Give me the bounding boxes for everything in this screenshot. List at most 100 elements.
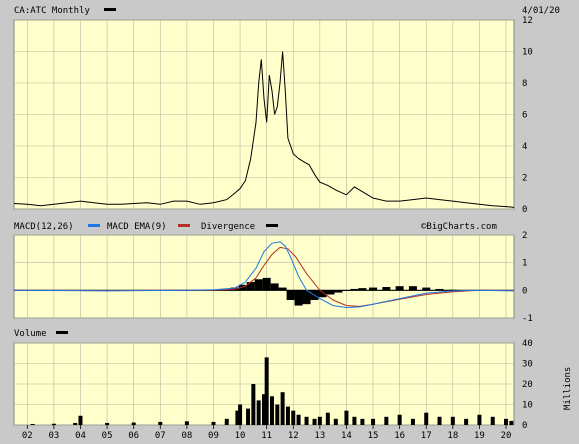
volume-bar [304,416,309,425]
volume-y-tick-label: 0 [522,421,527,431]
volume-units-label: Millions [563,367,573,410]
divergence-bar [408,286,417,291]
x-tick-label: 11 [261,431,272,441]
divergence-bar [246,282,255,291]
volume-bar [224,418,229,425]
price-y-tick-label: 2 [522,174,527,184]
divergence-bar [342,290,351,291]
stock-chart: CA:ATC Monthly 4/01/20 024681012 MACD(12… [1,1,578,441]
volume-bar [131,422,136,425]
volume-y-axis: 0 10 20 30 40 [522,339,533,431]
x-tick-label: 07 [155,431,166,441]
volume-bar [296,414,301,425]
divergence-bar [326,290,335,295]
divergence-bar [382,287,391,291]
macd-y-tick-label: 0 [522,286,527,296]
volume-bar [158,421,163,425]
macd-y-tick-label: 2 [522,231,527,241]
volume-bar [291,410,296,425]
x-axis: 02 03 04 05 06 07 08 09 10 11 12 13 14 15 16 17 18 19 20 [22,425,512,441]
price-legend-swatch [104,8,116,11]
divergence-bar [334,290,343,293]
divergence-bar [262,277,271,291]
volume-bar [437,416,442,425]
price-y-axis: 0 2 4 6 8 10 12 [522,16,533,215]
volume-bar [285,406,290,425]
volume-bar [410,418,415,425]
volume-bar [352,416,357,425]
volume-y-tick-label: 30 [522,360,533,370]
volume-bar [264,357,269,425]
x-tick-label: 10 [235,431,246,441]
divergence-bar [254,279,263,291]
volume-bar [333,418,338,425]
volume-y-tick-label: 20 [522,380,533,390]
volume-bar [360,418,365,425]
macd-y-tick-label: -1 [522,314,533,324]
price-y-tick-label: 10 [522,48,533,58]
divergence-bar [350,288,359,291]
chart-title: CA:ATC Monthly [14,6,90,16]
volume-bar [504,418,509,425]
macd-y-tick-label: 1 [522,259,527,269]
x-tick-label: 18 [447,431,458,441]
divergence-bar [270,283,279,291]
x-tick-label: 16 [394,431,405,441]
volume-bar [30,423,35,425]
x-tick-label: 03 [48,431,59,441]
divergence-bar [278,287,287,291]
x-tick-label: 13 [314,431,325,441]
volume-bar [490,416,495,425]
volume-bar [344,410,349,425]
volume-legend-swatch [56,331,68,334]
x-tick-label: 09 [208,431,219,441]
macd-legend-label: MACD(12,26) [14,222,74,232]
volume-bar [397,414,402,425]
x-tick-label: 02 [22,431,33,441]
divergence-bar [395,286,404,291]
price-y-tick-label: 12 [522,16,533,26]
volume-bar [269,396,274,425]
price-y-tick-label: 0 [522,205,527,215]
ema-legend-label: MACD EMA(9) [107,222,167,232]
x-tick-label: 05 [102,431,113,441]
macd-legend-swatch [88,224,100,227]
volume-bar [246,408,251,425]
x-tick-label: 14 [341,431,352,441]
volume-bar [312,418,317,425]
price-y-tick-label: 4 [522,142,527,152]
x-tick-label: 06 [128,431,139,441]
divergence-bar [358,288,367,291]
volume-bar [509,420,514,425]
x-tick-label: 20 [501,431,512,441]
x-tick-label: 08 [181,431,192,441]
x-tick-label: 17 [421,431,432,441]
volume-legend-label: Volume [14,329,47,339]
volume-y-tick-label: 10 [522,401,533,411]
volume-bar [325,412,330,425]
divergence-bar [422,287,431,291]
volume-bar [238,404,243,425]
macd-panel [13,234,515,319]
x-tick-label: 19 [474,431,485,441]
volume-bar [256,400,261,425]
volume-y-tick-label: 40 [522,339,533,349]
copyright-label: ©BigCharts.com [421,222,497,232]
volume-bar [450,416,455,425]
volume-bar [477,414,482,425]
volume-bar [464,418,469,425]
price-y-tick-label: 8 [522,79,527,89]
price-y-tick-label: 6 [522,111,527,121]
volume-bar [73,422,78,425]
volume-bar [317,416,322,425]
volume-bar [184,421,189,425]
divergence-bar [448,289,457,291]
divergence-bar [286,290,295,301]
x-tick-label: 12 [288,431,299,441]
divergence-legend-swatch [266,224,278,227]
volume-bar [275,404,280,425]
header-date: 4/01/20 [522,6,560,16]
volume-bar [371,418,376,425]
volume-bar [211,421,216,425]
x-tick-label: 15 [368,431,379,441]
